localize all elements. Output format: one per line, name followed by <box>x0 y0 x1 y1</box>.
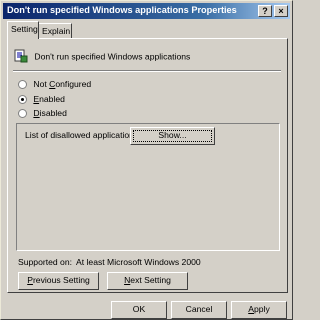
cancel-label: Cancel <box>185 304 213 314</box>
tab-setting[interactable]: Setting <box>7 21 39 39</box>
radio-button[interactable] <box>18 95 27 105</box>
list-label: List of disallowed applications <box>25 130 139 140</box>
show-button[interactable]: Show... <box>130 127 215 145</box>
focus-rect <box>133 130 212 142</box>
radio-not-configured[interactable]: Not Configured <box>18 79 92 90</box>
divider <box>13 70 281 72</box>
window-title: Don't run specified Windows applications… <box>7 5 237 15</box>
previous-setting-button[interactable]: Previous Setting <box>18 272 99 290</box>
ok-label: OK <box>132 304 146 314</box>
cancel-button[interactable]: Cancel <box>171 301 227 319</box>
help-icon: ? <box>262 6 268 16</box>
tab-explain[interactable]: Explain <box>38 23 72 38</box>
radio-enabled[interactable]: Enabled <box>18 94 65 105</box>
radio-label: Enabled <box>33 94 65 104</box>
next-setting-label: Next Setting <box>124 275 171 285</box>
supported-label: Supported on: <box>18 257 72 267</box>
policy-header: Don't run specified Windows applications <box>14 49 190 65</box>
policy-setting-icon <box>14 49 28 65</box>
radio-disabled[interactable]: Disabled <box>18 108 67 119</box>
ok-button[interactable]: OK <box>111 301 167 319</box>
radio-button[interactable] <box>18 109 27 119</box>
radio-button[interactable] <box>18 80 27 90</box>
next-setting-button[interactable]: Next Setting <box>107 272 188 290</box>
apply-label: Apply <box>248 304 270 314</box>
tab-explain-label: Explain <box>42 26 71 36</box>
policy-name: Don't run specified Windows applications <box>34 51 191 62</box>
supported-value: At least Microsoft Windows 2000 <box>76 257 201 267</box>
tab-setting-label: Setting <box>11 24 38 34</box>
properties-dialog: Don't run specified Windows applications… <box>0 0 293 320</box>
close-button[interactable]: × <box>274 5 288 17</box>
help-button[interactable]: ? <box>258 5 272 17</box>
close-icon: × <box>278 6 284 16</box>
options-panel: List of disallowed applications Show... <box>16 123 280 251</box>
supported-on: Supported on: At least Microsoft Windows… <box>18 257 201 267</box>
radio-label: Not Configured <box>33 79 92 89</box>
title-bar[interactable]: Don't run specified Windows applications… <box>3 3 290 19</box>
previous-setting-label: Previous Setting <box>27 275 90 285</box>
radio-label: Disabled <box>33 108 67 118</box>
apply-button[interactable]: Apply <box>231 301 287 319</box>
